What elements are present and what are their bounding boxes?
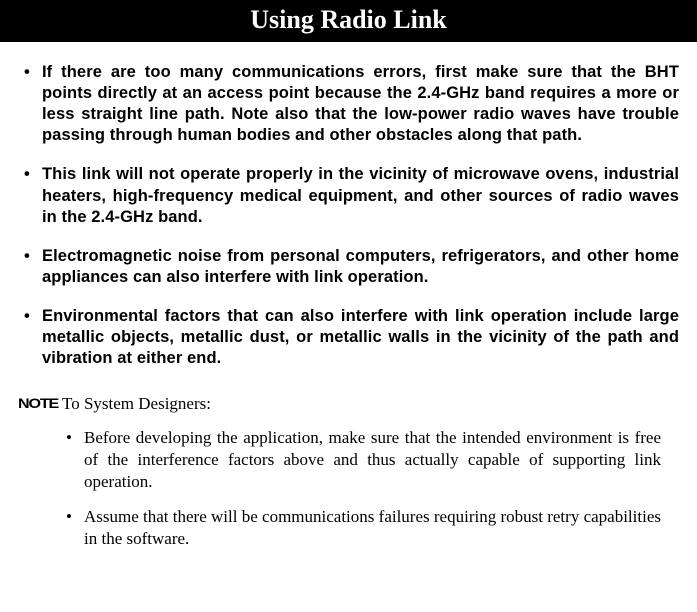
note-body: To System Designers: Before developing t… — [62, 393, 679, 564]
page-header: Using Radio Link — [0, 0, 697, 42]
list-item: Before developing the application, make … — [62, 427, 661, 492]
note-lead: To System Designers: — [62, 393, 661, 415]
note-bullet-list: Before developing the application, make … — [62, 427, 661, 550]
page-title: Using Radio Link — [250, 5, 447, 34]
note-label: NOTE — [18, 395, 58, 411]
note-section: NOTE To System Designers: Before develop… — [18, 393, 679, 564]
list-item: This link will not operate properly in t… — [18, 164, 679, 227]
list-item: Electromagnetic noise from personal comp… — [18, 246, 679, 288]
page-content: If there are too many communications err… — [0, 42, 697, 564]
main-bullet-list: If there are too many communications err… — [18, 62, 679, 369]
list-item: If there are too many communications err… — [18, 62, 679, 146]
list-item: Environmental factors that can also inte… — [18, 306, 679, 369]
note-icon: NOTE — [18, 393, 62, 413]
list-item: Assume that there will be communications… — [62, 506, 661, 550]
